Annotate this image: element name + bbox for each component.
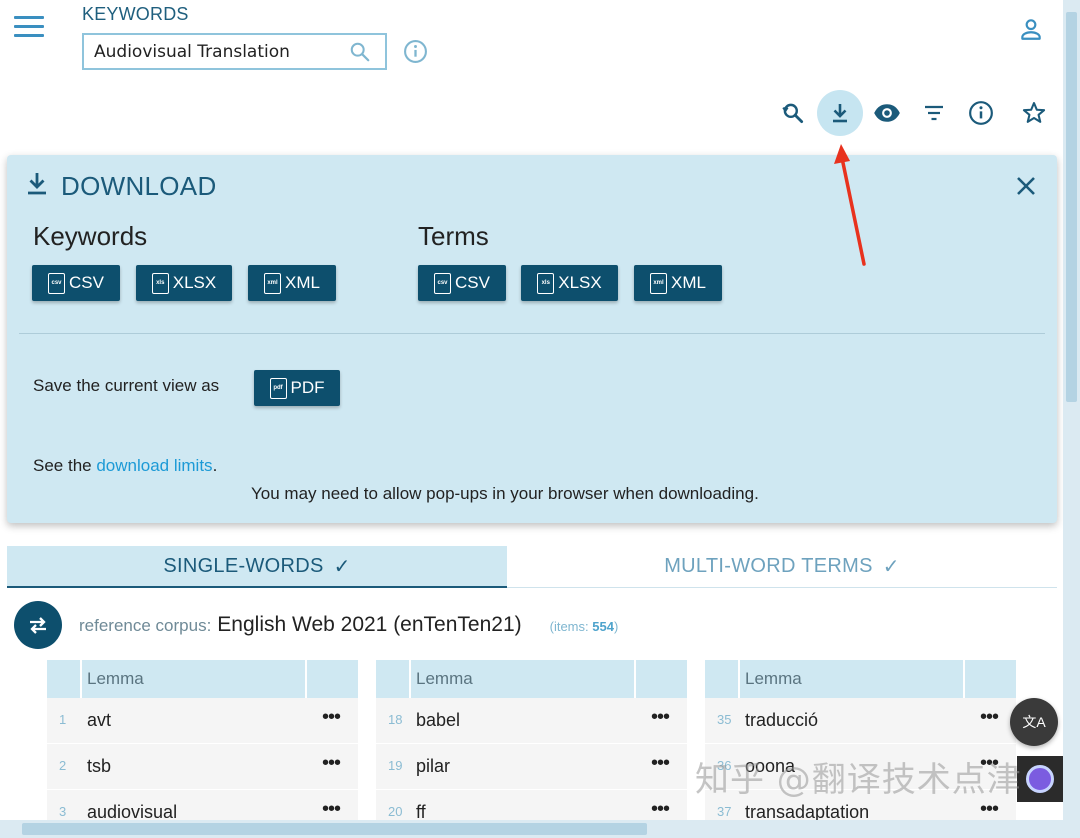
lemma-header[interactable]: Lemma xyxy=(416,669,473,689)
xml-file-icon: xml xyxy=(264,272,282,294)
filter-icon[interactable] xyxy=(911,90,957,136)
lemma-cell: babel xyxy=(416,710,461,730)
check-icon: ✓ xyxy=(333,555,351,578)
lemma-header[interactable]: Lemma xyxy=(87,669,144,689)
table-header: Lemma xyxy=(705,660,1016,698)
vertical-scrollbar[interactable] xyxy=(1063,0,1080,820)
tab-single-words[interactable]: SINGLE-WORDS ✓ xyxy=(7,546,507,588)
chat-button[interactable] xyxy=(1017,756,1063,802)
row-menu-icon[interactable]: ••• xyxy=(651,706,670,729)
lemma-cell: pilar xyxy=(416,756,451,776)
row-menu-icon[interactable]: ••• xyxy=(322,752,341,775)
eye-icon[interactable] xyxy=(864,90,910,136)
terms-csv-button[interactable]: csv CSV xyxy=(418,265,506,301)
reference-corpus-name: English Web 2021 (enTenTen21) xyxy=(217,613,522,636)
xlsx-file-icon: xls xyxy=(151,272,169,294)
table-row[interactable]: 18 babel ••• xyxy=(376,698,687,744)
translate-button[interactable]: 文A xyxy=(1010,698,1058,746)
search-box[interactable] xyxy=(82,33,387,70)
check-icon: ✓ xyxy=(882,556,900,578)
row-menu-icon[interactable]: ••• xyxy=(980,798,999,821)
keywords-xlsx-button[interactable]: xls XLSX xyxy=(136,265,232,301)
download-icon[interactable] xyxy=(817,90,863,136)
table-row[interactable]: 2 tsb ••• xyxy=(47,744,358,790)
reference-corpus-line: reference corpus: English Web 2021 (enTe… xyxy=(79,613,618,637)
chat-icon xyxy=(1026,765,1054,793)
info-icon[interactable] xyxy=(403,39,428,69)
download-panel-title: DOWNLOAD xyxy=(25,171,217,202)
row-menu-icon[interactable]: ••• xyxy=(322,798,341,821)
swap-arrows-icon xyxy=(30,617,46,634)
panel-divider xyxy=(19,333,1045,334)
row-menu-icon[interactable]: ••• xyxy=(651,752,670,775)
translate-icon: 文A xyxy=(1022,714,1046,730)
search-history-icon[interactable] xyxy=(770,90,816,136)
horizontal-scrollbar[interactable] xyxy=(0,820,1080,838)
csv-file-icon: csv xyxy=(434,272,452,294)
tab-multi-word-terms[interactable]: MULTI-WORD TERMS ✓ xyxy=(507,546,1057,588)
table-row[interactable]: 36 ooona ••• xyxy=(705,744,1016,790)
star-icon[interactable] xyxy=(1011,90,1057,136)
keywords-label: KEYWORDS xyxy=(82,4,189,24)
reference-corpus-label: reference corpus: xyxy=(79,616,212,635)
download-title-text: DOWNLOAD xyxy=(61,171,217,201)
lemma-header[interactable]: Lemma xyxy=(745,669,802,689)
download-limits-text: See the download limits. xyxy=(33,456,218,475)
row-menu-icon[interactable]: ••• xyxy=(322,706,341,729)
keywords-xml-button[interactable]: xml XML xyxy=(248,265,336,301)
keywords-csv-button[interactable]: csv CSV xyxy=(32,265,120,301)
items-count: (items: 554) xyxy=(549,619,619,634)
search-input[interactable] xyxy=(94,42,344,62)
lemma-cell: avt xyxy=(87,710,112,730)
download-panel: DOWNLOAD Keywords Terms csv CSV xls XLSX… xyxy=(7,155,1057,523)
swap-corpus-button[interactable] xyxy=(14,601,62,649)
xml-file-icon: xml xyxy=(650,272,668,294)
xlsx-file-icon: xls xyxy=(537,272,555,294)
csv-file-icon: csv xyxy=(48,272,66,294)
table-header: Lemma xyxy=(47,660,358,698)
row-menu-icon[interactable]: ••• xyxy=(980,752,999,775)
table-row[interactable]: 35 traducció ••• xyxy=(705,698,1016,744)
search-icon[interactable] xyxy=(349,41,371,68)
download-limits-link[interactable]: download limits xyxy=(96,456,212,475)
download-icon xyxy=(25,171,49,202)
user-account-icon[interactable] xyxy=(1018,16,1044,47)
save-pdf-button[interactable]: pdf PDF xyxy=(254,370,340,406)
popups-note: You may need to allow pop-ups in your br… xyxy=(251,484,759,503)
pdf-file-icon: pdf xyxy=(269,377,287,399)
row-menu-icon[interactable]: ••• xyxy=(980,706,999,729)
lemma-table-1: Lemma 1 avt ••• 2 tsb ••• 3 audiovisual ••• xyxy=(47,660,358,836)
info-icon[interactable] xyxy=(958,90,1004,136)
terms-xml-button[interactable]: xml XML xyxy=(634,265,722,301)
lemma-cell: traducció xyxy=(745,710,819,730)
lemma-table-2: Lemma 18 babel ••• 19 pilar ••• 20 ff ••• xyxy=(376,660,687,836)
scrollbar-thumb[interactable] xyxy=(1066,12,1077,402)
scrollbar-thumb[interactable] xyxy=(22,823,647,835)
row-menu-icon[interactable]: ••• xyxy=(651,798,670,821)
terms-heading: Terms xyxy=(418,221,489,251)
table-row[interactable]: 19 pilar ••• xyxy=(376,744,687,790)
lemma-cell: ooona xyxy=(745,756,796,776)
table-row[interactable]: 1 avt ••• xyxy=(47,698,358,744)
close-icon[interactable] xyxy=(1015,175,1037,202)
lemma-cell: tsb xyxy=(87,756,112,776)
keywords-heading: Keywords xyxy=(33,221,148,251)
table-header: Lemma xyxy=(376,660,687,698)
save-view-text: Save the current view as xyxy=(33,376,220,395)
terms-xlsx-button[interactable]: xls XLSX xyxy=(521,265,618,301)
lemma-table-3: Lemma 35 traducció ••• 36 ooona ••• 37 transa… xyxy=(705,660,1016,836)
hamburger-menu-button[interactable] xyxy=(14,16,44,40)
